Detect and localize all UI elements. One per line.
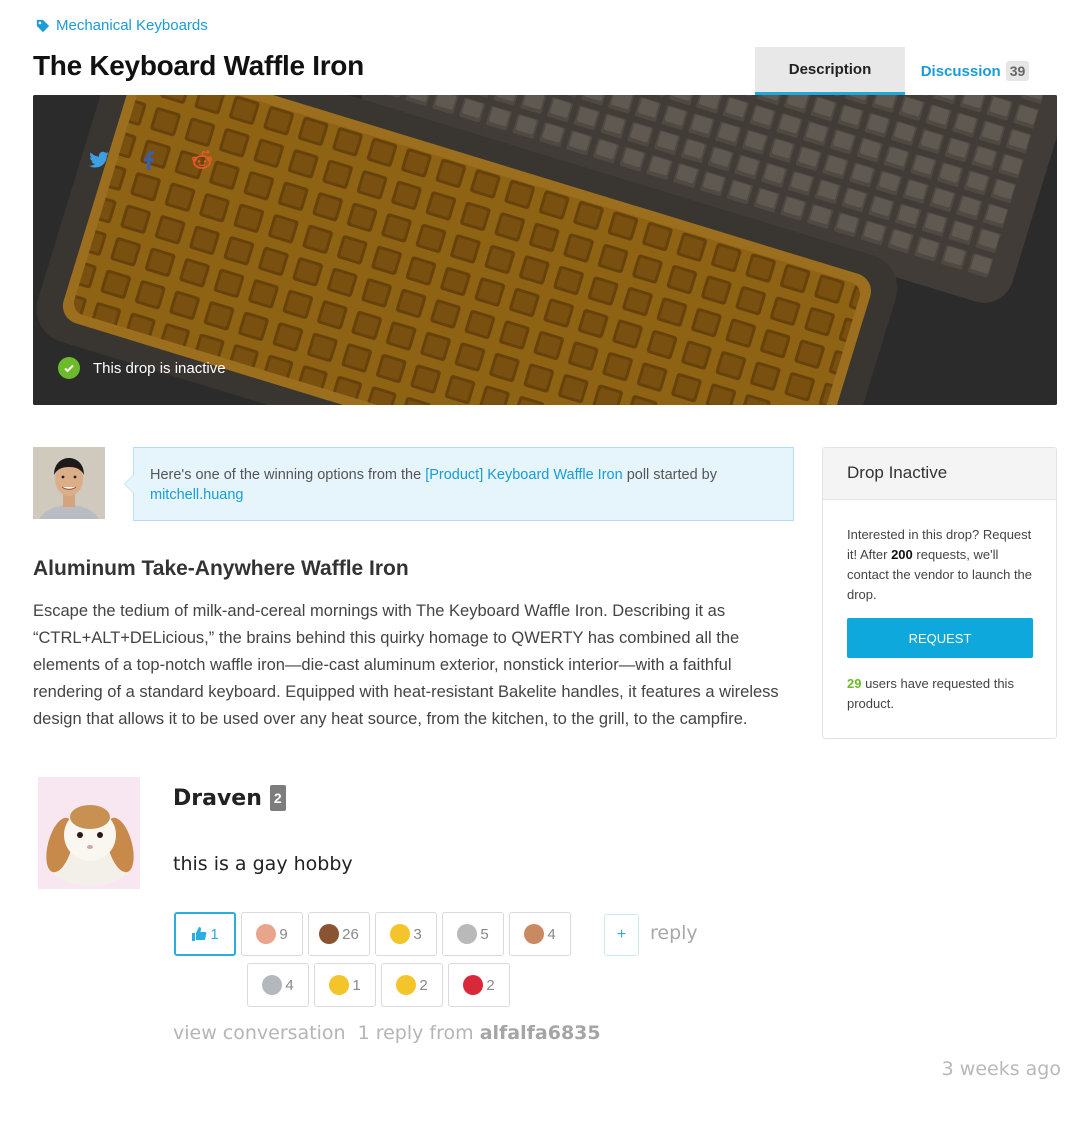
baby-icon	[256, 924, 277, 944]
category-link[interactable]: Mechanical Keyboards	[36, 17, 208, 34]
reply-count-text: 1 reply from	[357, 1022, 474, 1044]
alien-icon	[262, 975, 283, 995]
option-heading: Aluminum Take-Anywhere Waffle Iron	[33, 557, 409, 580]
reaction-count: 1	[352, 976, 361, 994]
hero-image: This drop is inactive	[33, 95, 1057, 405]
poll-link[interactable]: [Product] Keyboard Waffle Iron	[425, 467, 622, 483]
reaction-angry[interactable]: 2	[448, 963, 510, 1007]
share-twitter[interactable]	[84, 145, 114, 175]
fearful-icon	[396, 975, 417, 995]
reply-summary[interactable]: 1 reply from alfalfa6835	[358, 1022, 601, 1044]
tab-description[interactable]: Description	[755, 47, 905, 95]
reaction-count: 3	[413, 925, 422, 943]
reaction-count: 4	[547, 925, 556, 943]
poll-note-prefix: Here's one of the winning options from t…	[150, 467, 426, 483]
reaction-skull[interactable]: 5	[442, 912, 504, 956]
conversation-links: view conversation 1 reply from alfalfa68…	[173, 1022, 601, 1044]
drop-card-header: Drop Inactive	[823, 448, 1056, 500]
category-label: Mechanical Keyboards	[56, 17, 208, 34]
reaction-count: 4	[285, 976, 294, 994]
reaction-poop[interactable]: 26	[308, 912, 370, 956]
requested-suffix: users have requested this product.	[847, 676, 1014, 711]
add-reaction-button[interactable]: +	[604, 914, 639, 956]
comment-timestamp: 3 weeks ago	[941, 1058, 1061, 1080]
reaction-smirk[interactable]: 3	[375, 912, 437, 956]
check-circle-icon	[58, 357, 80, 379]
poll-author-avatar[interactable]	[33, 447, 105, 519]
drop-card-info: Interested in this drop? Request it! Aft…	[847, 525, 1037, 605]
facebook-icon	[144, 151, 154, 170]
poll-note-middle: poll started by	[622, 467, 717, 483]
poll-origin-note: Here's one of the winning options from t…	[124, 447, 794, 521]
reaction-persevere[interactable]: 1	[314, 963, 376, 1007]
clap-icon	[524, 924, 545, 944]
request-button[interactable]: REQUEST	[847, 618, 1033, 658]
reply-link[interactable]: reply	[650, 922, 698, 944]
requested-count: 29 users have requested this product.	[847, 674, 1037, 714]
view-conversation-link[interactable]: view conversation	[173, 1022, 346, 1044]
discussion-count-badge: 39	[1005, 61, 1030, 81]
reaction-row-2: 4 1 2 2	[247, 963, 510, 1007]
comment-body: this is a gay hobby	[173, 853, 353, 875]
tab-bar: Description Discussion 39	[755, 47, 1045, 95]
reddit-icon	[192, 150, 213, 169]
tab-discussion-label: Discussion	[920, 62, 1001, 80]
reaction-clap[interactable]: 4	[509, 912, 571, 956]
reply-username: alfalfa6835	[479, 1022, 601, 1044]
reaction-count: 9	[279, 925, 288, 943]
reaction-count: 2	[419, 976, 428, 994]
tab-description-label: Description	[788, 61, 872, 78]
tag-icon	[36, 19, 50, 32]
twitter-icon	[89, 151, 109, 168]
like-button[interactable]: 1	[174, 912, 236, 956]
user-level-badge: 2	[269, 785, 286, 811]
comment-author-name[interactable]: Draven	[173, 786, 262, 811]
reaction-baby[interactable]: 9	[241, 912, 303, 956]
share-reddit[interactable]	[187, 145, 217, 175]
poop-icon	[319, 924, 340, 944]
requested-number: 29	[847, 676, 862, 691]
smirk-icon	[390, 924, 411, 944]
reaction-count: 5	[480, 925, 489, 943]
option-description: Escape the tedium of milk-and-cereal mor…	[33, 602, 779, 728]
poll-author-link[interactable]: mitchell.huang	[150, 487, 244, 503]
reaction-alien[interactable]: 4	[247, 963, 309, 1007]
drop-request-card: Drop Inactive Interested in this drop? R…	[822, 447, 1057, 739]
tab-discussion[interactable]: Discussion 39	[905, 47, 1045, 95]
skull-icon	[457, 924, 478, 944]
drop-status-text: This drop is inactive	[93, 359, 226, 377]
reaction-fearful[interactable]: 2	[381, 963, 443, 1007]
request-threshold: 200	[891, 547, 913, 562]
thumbs-up-icon	[192, 927, 207, 941]
comment-author: Draven 2	[173, 785, 286, 811]
commenter-avatar[interactable]	[38, 777, 140, 889]
persevere-icon	[329, 975, 350, 995]
reaction-count: 2	[486, 976, 495, 994]
angry-icon	[463, 975, 484, 995]
reaction-count: 26	[342, 925, 359, 943]
reaction-row-1: 1 9 26 3 5 4	[174, 912, 571, 956]
page-title: The Keyboard Waffle Iron	[33, 50, 364, 81]
like-count: 1	[210, 925, 219, 943]
share-facebook[interactable]	[134, 145, 164, 175]
drop-status: This drop is inactive	[58, 357, 226, 379]
